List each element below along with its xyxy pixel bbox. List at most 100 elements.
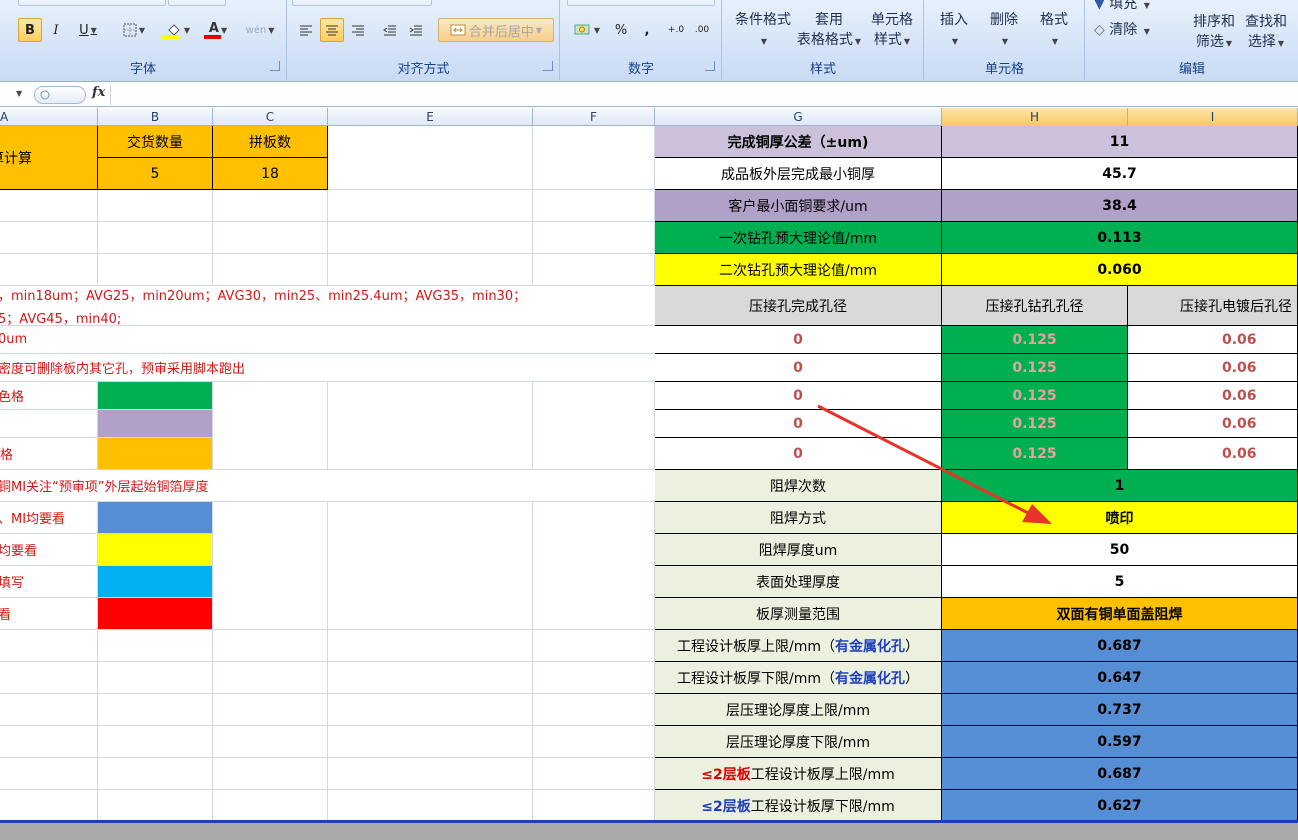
cell-empty[interactable] — [328, 382, 533, 470]
cell-empty[interactable] — [98, 758, 213, 790]
legend-swatch-orange[interactable] — [98, 438, 213, 470]
conditional-format-button[interactable]: 条件格式 ▼ — [727, 10, 799, 52]
label-customer-min-copper[interactable]: 客户最小面铜要求/um — [655, 190, 942, 222]
legend-label-sky[interactable]: 填写 — [0, 566, 98, 598]
cell-empty[interactable] — [328, 694, 533, 726]
cell-empty[interactable] — [533, 726, 655, 758]
label-surface-finish-thickness[interactable]: 表面处理厚度 — [655, 566, 942, 598]
cell-empty[interactable] — [328, 222, 533, 254]
column-header-f[interactable]: F — [533, 108, 655, 126]
cell-empty[interactable] — [213, 190, 328, 222]
hole-finished-1[interactable]: 0 — [655, 326, 942, 354]
cell-empty[interactable] — [328, 790, 533, 823]
cell-empty[interactable] — [0, 694, 98, 726]
label-lamination-upper[interactable]: 层压理论厚度上限/mm — [655, 694, 942, 726]
cell-empty[interactable] — [98, 726, 213, 758]
cell-empty[interactable] — [98, 790, 213, 823]
cell-empty[interactable] — [533, 382, 655, 470]
label-two-layer-upper[interactable]: ≤2层板 工程设计板厚上限/mm — [655, 758, 942, 790]
worksheet-grid[interactable]: 算计算 交货数量 拼板数 5 18 ，min18um；AVG25，min20um… — [0, 126, 1298, 823]
legend-swatch-green[interactable] — [98, 382, 213, 410]
align-center-button[interactable] — [320, 18, 344, 42]
cell-empty[interactable] — [0, 758, 98, 790]
label-first-drill[interactable]: 一次钻孔预大理论值/mm — [655, 222, 942, 254]
cell-empty[interactable] — [533, 630, 655, 662]
value-first-drill[interactable]: 0.113 — [942, 222, 1298, 254]
cell-empty[interactable] — [213, 254, 328, 286]
cell-b1[interactable]: 交货数量 — [98, 126, 213, 158]
clear-button[interactable]: ◇ 清除 ▼ — [1094, 20, 1174, 42]
note-row-3[interactable]: 0um — [0, 326, 655, 354]
cell-empty[interactable] — [328, 190, 533, 222]
legend-swatch-sky[interactable] — [98, 566, 213, 598]
cell-empty[interactable] — [98, 694, 213, 726]
hole-finished-5[interactable]: 0 — [655, 438, 942, 470]
number-dialog-launcher[interactable] — [705, 61, 715, 71]
note-row-7[interactable]: 铜MI关注“预审项”外层起始铜箔厚度 — [0, 470, 655, 502]
label-two-layer-lower[interactable]: ≤2层板 工程设计板厚下限/mm — [655, 790, 942, 822]
hole-finished-2[interactable]: 0 — [655, 354, 942, 382]
label-thickness-measure-range[interactable]: 板厚测量范围 — [655, 598, 942, 630]
cell-b2[interactable]: 5 — [98, 158, 213, 190]
phonetic-button[interactable]: wén ▼ — [240, 18, 280, 42]
value-thickness-measure-range[interactable]: 双面有铜单面盖阻焊 — [942, 598, 1298, 630]
font-dialog-launcher[interactable] — [270, 61, 280, 71]
value-surface-finish-thickness[interactable]: 5 — [942, 566, 1298, 598]
cell-empty[interactable] — [213, 694, 328, 726]
hole-drill-5[interactable]: 0.125 — [942, 438, 1128, 470]
hole-plated-4[interactable]: 0.06 — [1128, 410, 1298, 438]
hole-plated-3[interactable]: 0.06 — [1128, 382, 1298, 410]
font-color-button[interactable]: A ▼ — [200, 18, 236, 42]
format-button[interactable]: 格式 ▼ — [1029, 10, 1079, 52]
value-solder-mask-method[interactable]: 喷印 — [942, 502, 1298, 534]
increase-indent-button[interactable] — [404, 18, 428, 42]
value-design-thickness-lower[interactable]: 0.647 — [942, 662, 1298, 694]
cell-empty[interactable] — [328, 726, 533, 758]
header-press-hole-drill[interactable]: 压接孔钻孔孔径 — [942, 286, 1128, 326]
merge-center-button[interactable]: 合并后居中 ▼ — [438, 18, 554, 42]
cell-empty[interactable] — [533, 190, 655, 222]
hole-plated-1[interactable]: 0.06 — [1128, 326, 1298, 354]
cell-empty[interactable] — [533, 126, 655, 190]
insert-function-button[interactable]: fx — [92, 85, 105, 100]
value-lamination-upper[interactable]: 0.737 — [942, 694, 1298, 726]
cell-styles-button[interactable]: 单元格 样式 ▼ — [863, 10, 921, 52]
cell-empty[interactable] — [213, 726, 328, 758]
cell-empty[interactable] — [213, 382, 328, 470]
legend-swatch-steel[interactable] — [98, 502, 213, 534]
legend-swatch-yellow[interactable] — [98, 534, 213, 566]
column-header-b[interactable]: B — [98, 108, 213, 126]
label-solder-mask-times[interactable]: 阻焊次数 — [655, 470, 942, 502]
italic-button[interactable]: I — [44, 18, 68, 42]
fill-button[interactable]: ▼ 填充 ▼ — [1094, 0, 1164, 16]
cell-empty[interactable] — [98, 254, 213, 286]
label-copper-tolerance[interactable]: 完成铜厚公差（±um) — [655, 126, 942, 158]
cell-empty[interactable] — [533, 254, 655, 286]
hole-plated-5[interactable]: 0.06 — [1128, 438, 1298, 470]
label-solder-mask-thickness[interactable]: 阻焊厚度um — [655, 534, 942, 566]
cell-empty[interactable] — [213, 222, 328, 254]
decrease-indent-button[interactable] — [378, 18, 402, 42]
find-select-button[interactable]: 查找和 选择 ▼ — [1238, 12, 1294, 54]
legend-label-yellow[interactable]: 均要看 — [0, 534, 98, 566]
cell-empty[interactable] — [0, 662, 98, 694]
comma-button[interactable]: , — [635, 18, 659, 42]
column-header-h[interactable]: H — [942, 108, 1128, 126]
legend-swatch-red[interactable] — [98, 598, 213, 630]
cell-empty[interactable] — [213, 502, 328, 630]
hole-finished-4[interactable]: 0 — [655, 410, 942, 438]
cell-empty[interactable] — [98, 222, 213, 254]
hole-finished-3[interactable]: 0 — [655, 382, 942, 410]
label-design-thickness-lower[interactable]: 工程设计板厚下限/mm（ 有金属化孔） — [655, 662, 942, 694]
number-format-box-tail[interactable] — [567, 0, 715, 6]
name-box[interactable]: ▼ — [0, 86, 30, 104]
value-solder-mask-times[interactable]: 1 — [942, 470, 1298, 502]
legend-label-green[interactable]: 色格 — [0, 382, 98, 410]
legend-swatch-purple[interactable] — [98, 410, 213, 438]
cell-empty[interactable] — [213, 758, 328, 790]
column-header-i[interactable]: I — [1128, 108, 1298, 126]
value-two-layer-lower[interactable]: 0.627 — [942, 790, 1298, 822]
cell-empty[interactable] — [533, 694, 655, 726]
note-row-4[interactable]: 密度可删除板内其它孔，预审采用脚本跑出 — [0, 354, 655, 382]
label-min-outer-copper[interactable]: 成品板外层完成最小铜厚 — [655, 158, 942, 190]
